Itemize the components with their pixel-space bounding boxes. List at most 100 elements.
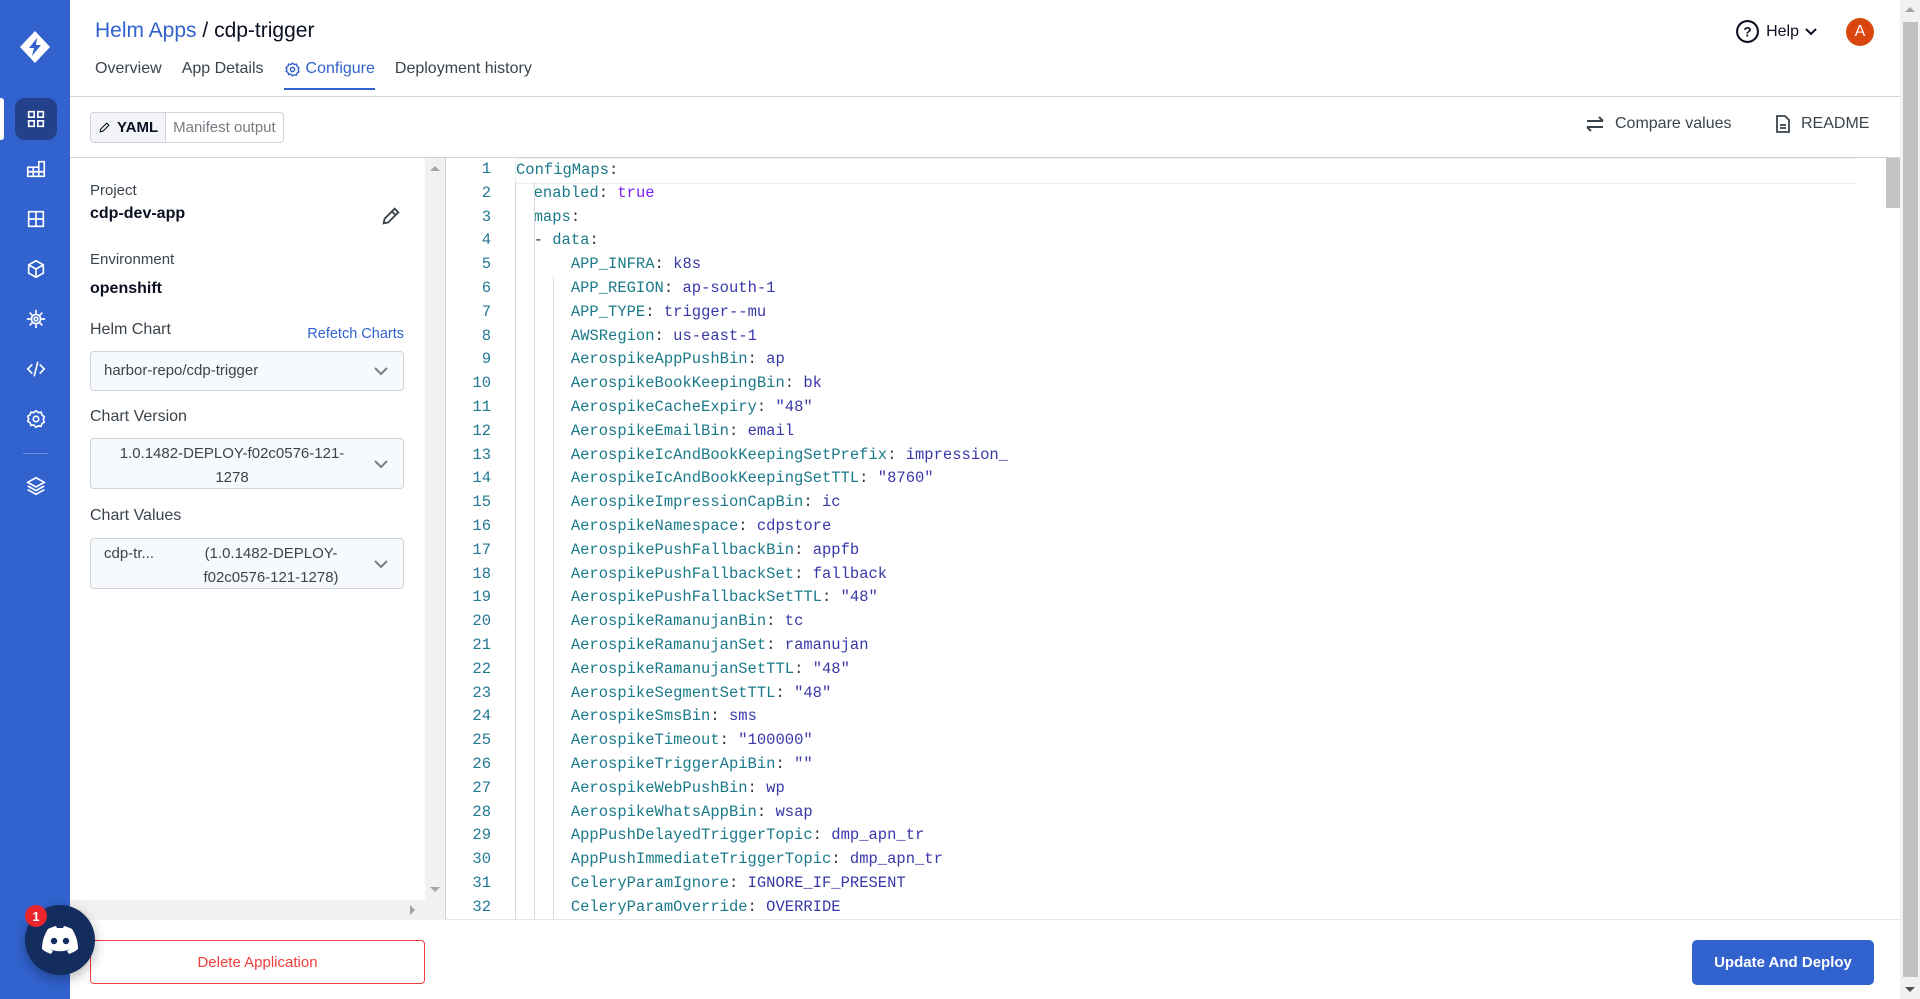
code-line[interactable]: 7 APP_TYPE: trigger--mu xyxy=(446,301,1886,325)
code-line[interactable]: 28 AerospikeWhatsAppBin: wsap xyxy=(446,801,1886,825)
code-line[interactable]: 10 AerospikeBookKeepingBin: bk xyxy=(446,372,1886,396)
tab-deployment-history[interactable]: Deployment history xyxy=(395,60,532,90)
code-line[interactable]: 26 AerospikeTriggerApiBin: "" xyxy=(446,753,1886,777)
code-line[interactable]: 27 AerospikeWebPushBin: wp xyxy=(446,777,1886,801)
readme-button[interactable]: README xyxy=(1775,115,1869,133)
nav-resource-browser[interactable] xyxy=(15,198,57,240)
user-avatar[interactable]: A xyxy=(1846,18,1874,46)
code-line[interactable]: 9 AerospikeAppPushBin: ap xyxy=(446,348,1886,372)
edit-pencil-icon[interactable] xyxy=(380,205,402,227)
scroll-down-arrow[interactable] xyxy=(430,887,440,892)
code-line[interactable]: 23 AerospikeSegmentSetTTL: "48" xyxy=(446,682,1886,706)
code-line[interactable]: 2 enabled: true xyxy=(446,182,1886,206)
code-line[interactable]: 1 ConfigMaps: xyxy=(446,158,1886,184)
code-line[interactable]: 20 AerospikeRamanujanBin: tc xyxy=(446,610,1886,634)
scroll-down-arrow[interactable] xyxy=(1905,987,1915,992)
code-line[interactable]: 8 AWSRegion: us-east-1 xyxy=(446,325,1886,349)
yaml-key: ConfigMaps xyxy=(516,161,610,179)
yaml-value: bk xyxy=(803,374,822,393)
code-line[interactable]: 6 APP_REGION: ap-south-1 xyxy=(446,277,1886,301)
code-line[interactable]: 14 AerospikeIcAndBookKeepingSetTTL: "876… xyxy=(446,467,1886,491)
colon: : xyxy=(794,659,804,678)
code-line[interactable]: 15 AerospikeImpressionCapBin: ic xyxy=(446,491,1886,515)
page-header: Helm Apps / cdp-trigger Overview App Det… xyxy=(70,0,1900,97)
nav-applications[interactable] xyxy=(15,98,57,140)
tab-label: Configure xyxy=(305,60,375,77)
help-menu[interactable]: ? Help xyxy=(1735,19,1817,44)
code-line[interactable]: 4 - data: xyxy=(446,229,1886,253)
nav-global-config[interactable] xyxy=(15,398,57,440)
code-line[interactable]: 5 APP_INFRA: k8s xyxy=(446,253,1886,277)
page-scroll-thumb[interactable] xyxy=(1903,22,1918,977)
breadcrumb-helm-apps[interactable]: Helm Apps xyxy=(95,19,197,42)
compare-values-button[interactable]: Compare values xyxy=(1585,115,1732,133)
code-line[interactable]: 11 AerospikeCacheExpiry: "48" xyxy=(446,396,1886,420)
code-line[interactable]: 19 AerospikePushFallbackSetTTL: "48" xyxy=(446,586,1886,610)
yaml-key: data xyxy=(552,231,590,250)
code-line[interactable]: 22 AerospikeRamanujanSetTTL: "48" xyxy=(446,658,1886,682)
code-text: AerospikeRamanujanBin: tc xyxy=(515,610,804,634)
delete-application-button[interactable]: Delete Application xyxy=(90,940,425,984)
code-text: APP_REGION: ap-south-1 xyxy=(515,277,776,301)
update-and-deploy-button[interactable]: Update And Deploy xyxy=(1692,940,1874,985)
yaml-key: AerospikePushFallbackBin xyxy=(570,540,795,559)
scroll-right-arrow[interactable] xyxy=(410,905,415,915)
nav-security[interactable] xyxy=(15,298,57,340)
page-scrollbar[interactable] xyxy=(1900,0,1920,999)
nav-stack-manager[interactable] xyxy=(15,465,57,507)
nav-deployment-groups[interactable] xyxy=(15,248,57,290)
code-line[interactable]: 31 CeleryParamIgnore: IGNORE_IF_PRESENT xyxy=(446,872,1886,896)
tab-overview[interactable]: Overview xyxy=(95,60,162,90)
code-line[interactable]: 24 AerospikeSmsBin: sms xyxy=(446,705,1886,729)
code-line[interactable]: 21 AerospikeRamanujanSet: ramanujan xyxy=(446,634,1886,658)
code-line[interactable]: 32 CeleryParamOverride: OVERRIDE xyxy=(446,896,1886,919)
yaml-value: appfb xyxy=(812,540,860,559)
scroll-up-arrow[interactable] xyxy=(1905,7,1915,12)
chevron-down-icon xyxy=(374,559,388,568)
yaml-key: CeleryParamOverride xyxy=(570,897,748,916)
colon: : xyxy=(887,445,897,464)
nav-bulk-edit[interactable] xyxy=(15,348,57,390)
colon: : xyxy=(654,255,664,274)
yaml-value: ap-south-1 xyxy=(682,278,776,297)
code-line[interactable]: 12 AerospikeEmailBin: email xyxy=(446,420,1886,444)
helm-chart-select[interactable]: harbor-repo/cdp-trigger xyxy=(90,351,404,391)
colon: : xyxy=(821,588,832,607)
chart-version-select[interactable]: 1.0.1482-DEPLOY-f02c0576-121- 1278 xyxy=(90,438,404,489)
compare-label: Compare values xyxy=(1615,115,1732,132)
code-line[interactable]: 29 AppPushDelayedTriggerTopic: dmp_apn_t… xyxy=(446,824,1886,848)
code-line[interactable]: 13 AerospikeIcAndBookKeepingSetPrefix: i… xyxy=(446,444,1886,468)
editor-scrollbar[interactable] xyxy=(1886,158,1900,919)
yaml-tab[interactable]: YAML xyxy=(91,113,167,142)
code-lines: 1 ConfigMaps: 2 enabled: true 3 maps: 4 - da… xyxy=(446,158,1886,919)
code-line[interactable]: 16 AerospikeNamespace: cdpstore xyxy=(446,515,1886,539)
code-line[interactable]: 25 AerospikeTimeout: "100000" xyxy=(446,729,1886,753)
code-line[interactable]: 18 AerospikePushFallbackSet: fallback xyxy=(446,563,1886,587)
code-line[interactable]: 17 AerospikePushFallbackBin: appfb xyxy=(446,539,1886,563)
code-line[interactable]: 30 AppPushImmediateTriggerTopic: dmp_apn… xyxy=(446,848,1886,872)
tab-configure[interactable]: Configure xyxy=(283,60,375,90)
line-number: 13 xyxy=(472,445,491,464)
refetch-charts-link[interactable]: Refetch Charts xyxy=(307,326,404,342)
tab-app-details[interactable]: App Details xyxy=(182,60,264,90)
manifest-output-tab[interactable]: Manifest output xyxy=(166,113,283,142)
side-panel-horizontal-scrollbar[interactable] xyxy=(70,900,445,920)
colon: : xyxy=(784,374,795,393)
yaml-editor[interactable]: 1 ConfigMaps: 2 enabled: true 3 maps: 4 - da… xyxy=(445,158,1900,920)
chart-values-select[interactable]: cdp-tr... (1.0.1482-DEPLOY- f02c0576-121… xyxy=(90,538,404,589)
devtron-logo[interactable] xyxy=(17,29,53,65)
line-number: 14 xyxy=(472,469,491,488)
nav-chart-store[interactable] xyxy=(15,148,57,190)
code-line[interactable]: 3 maps: xyxy=(446,206,1886,230)
yaml-key: AerospikeSmsBin xyxy=(570,707,711,726)
colon: : xyxy=(794,540,804,559)
scroll-up-arrow[interactable] xyxy=(430,166,440,171)
side-panel-vertical-scrollbar[interactable] xyxy=(425,158,445,900)
editor-scroll-thumb[interactable] xyxy=(1886,158,1900,208)
code-text: AerospikeRamanujanSetTTL: "48" xyxy=(515,658,850,682)
chart-version-value: 1.0.1482-DEPLOY-f02c0576-121- xyxy=(119,445,345,462)
